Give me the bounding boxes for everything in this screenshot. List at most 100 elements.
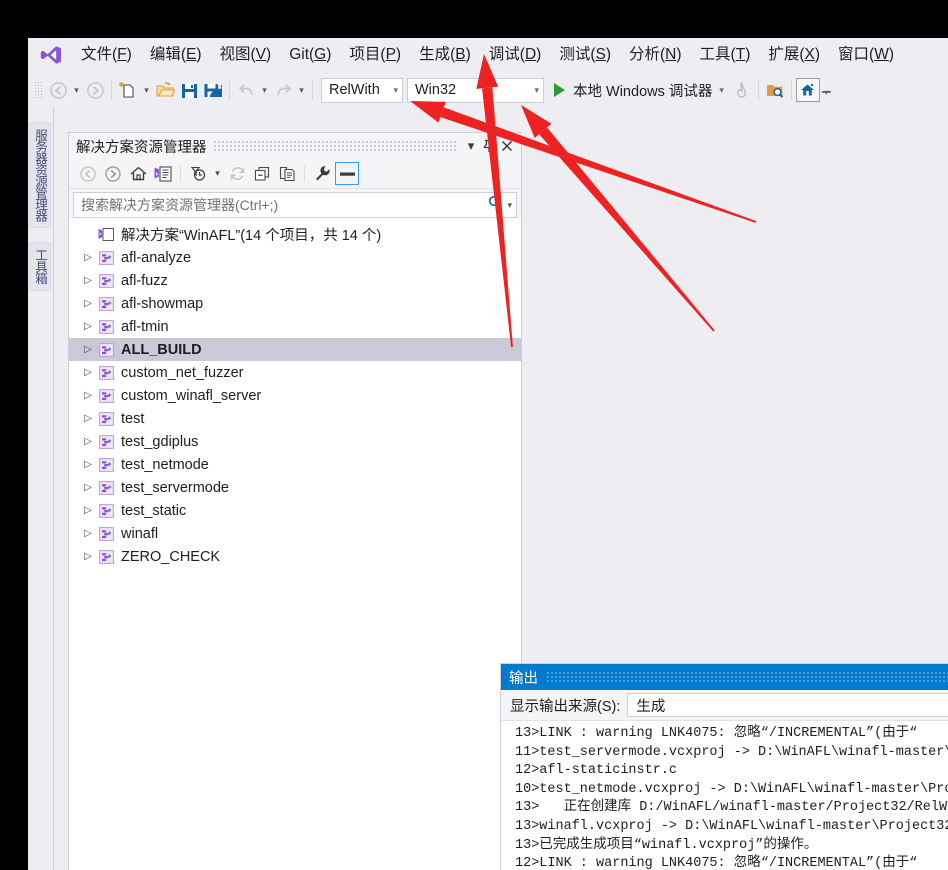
undo-dropdown-arrow[interactable]: ▾ bbox=[258, 78, 271, 102]
tree-expander-icon[interactable]: ▷ bbox=[79, 436, 97, 447]
collapse-all-icon[interactable] bbox=[250, 162, 274, 185]
menu-item-窗口[interactable]: 窗口(W) bbox=[829, 42, 903, 68]
output-titlebar-drag-dots[interactable] bbox=[546, 672, 948, 682]
cpp-project-icon bbox=[97, 319, 115, 335]
titlebar-drag-dots[interactable] bbox=[212, 141, 456, 151]
navigate-forward-icon[interactable] bbox=[83, 78, 107, 102]
tree-expander-icon[interactable]: ▷ bbox=[79, 459, 97, 470]
chevron-down-icon: ▾ bbox=[393, 84, 398, 95]
menu-item-Git[interactable]: Git(G) bbox=[280, 42, 340, 68]
refresh-icon[interactable] bbox=[225, 162, 249, 185]
new-item-dropdown-arrow[interactable]: ▾ bbox=[140, 78, 153, 102]
tree-item-test_netmode[interactable]: ▷ test_netmode bbox=[69, 453, 521, 476]
toolbar-grip[interactable] bbox=[34, 81, 43, 99]
properties-wrench-icon[interactable] bbox=[310, 162, 334, 185]
output-text-area[interactable]: 13>LINK : warning LNK4075: 忽略“/INCREMENT… bbox=[501, 720, 948, 870]
output-source-combo[interactable]: 生成 bbox=[627, 693, 948, 717]
tree-item-label: test_netmode bbox=[121, 456, 209, 473]
tree-expander-icon[interactable]: ▷ bbox=[79, 252, 97, 263]
tree-expander-icon[interactable]: ▷ bbox=[79, 528, 97, 539]
pin-icon[interactable] bbox=[480, 135, 498, 157]
home-icon[interactable] bbox=[795, 78, 820, 102]
close-icon[interactable] bbox=[498, 135, 516, 157]
menu-item-生成[interactable]: 生成(B) bbox=[410, 42, 480, 68]
save-icon[interactable] bbox=[177, 78, 201, 102]
start-debugging-button[interactable]: 本地 Windows 调试器 ▾ bbox=[554, 80, 724, 101]
tree-expander-icon[interactable]: ▷ bbox=[79, 551, 97, 562]
solution-platform-combo[interactable]: Win32 ▾ bbox=[407, 77, 544, 103]
output-source-label: 显示输出来源(S): bbox=[510, 695, 620, 716]
solution-explorer-panel: 解决方案资源管理器 ▾ ▾ 搜索解决方案资源管理器(Ctrl+;) ▾ 解决方案… bbox=[68, 132, 522, 870]
tree-item-test_gdiplus[interactable]: ▷ test_gdiplus bbox=[69, 430, 521, 453]
tree-expander-icon[interactable]: ▷ bbox=[79, 482, 97, 493]
solution-explorer-icon[interactable] bbox=[151, 162, 175, 185]
menu-items-container: 文件(F) 编辑(E) 视图(V) Git(G) 项目(P) 生成(B) 调试(D) 测试(S… bbox=[72, 42, 903, 68]
solution-explorer-search[interactable]: ▾ bbox=[73, 192, 517, 218]
undo-icon[interactable] bbox=[234, 78, 258, 102]
menu-item-工具[interactable]: 工具(T) bbox=[691, 42, 760, 68]
redo-dropdown-arrow[interactable]: ▾ bbox=[295, 78, 308, 102]
tree-expander-icon[interactable]: ▷ bbox=[79, 367, 97, 378]
menu-item-调试[interactable]: 调试(D) bbox=[480, 42, 551, 68]
tree-expander-icon[interactable]: ▷ bbox=[79, 275, 97, 286]
tree-item-ZERO_CHECK[interactable]: ▷ ZERO_CHECK bbox=[69, 545, 521, 568]
output-line: 12>LINK : warning LNK4075: 忽略“/INCREMENT… bbox=[515, 856, 918, 870]
pending-changes-filter-icon[interactable] bbox=[186, 162, 210, 185]
sidebar-tab-server-explorer[interactable]: 服务器资源管理器 bbox=[29, 122, 51, 228]
navigate-back-icon[interactable] bbox=[46, 78, 70, 102]
toolbar-separator bbox=[790, 80, 792, 100]
preview-pane-icon[interactable] bbox=[335, 162, 359, 185]
screenshot-root: 文件(F) 编辑(E) 视图(V) Git(G) 项目(P) 生成(B) 调试(D) 测试(S… bbox=[0, 0, 948, 870]
hot-reload-icon[interactable] bbox=[730, 78, 754, 102]
tree-expander-icon[interactable]: ▷ bbox=[79, 390, 97, 401]
solution-tree[interactable]: 解决方案“WinAFL”(14 个项目，共 14 个) ▷ afl-analyze ▷… bbox=[69, 218, 521, 870]
tree-expander-icon[interactable]: ▷ bbox=[79, 321, 97, 332]
show-all-files-icon[interactable] bbox=[275, 162, 299, 185]
navigate-back-dropdown-arrow[interactable]: ▾ bbox=[70, 78, 83, 102]
menu-item-编辑[interactable]: 编辑(E) bbox=[141, 42, 211, 68]
tree-item-afl-showmap[interactable]: ▷ afl-showmap bbox=[69, 292, 521, 315]
menu-item-项目[interactable]: 项目(P) bbox=[340, 42, 410, 68]
overflow-icon[interactable]: ▁ ▾ bbox=[820, 78, 833, 102]
tree-item-custom_net_fuzzer[interactable]: ▷ custom_net_fuzzer bbox=[69, 361, 521, 384]
chevron-down-icon[interactable]: ▾ bbox=[462, 135, 480, 157]
new-item-icon[interactable] bbox=[116, 78, 140, 102]
tree-item-afl-tmin[interactable]: ▷ afl-tmin bbox=[69, 315, 521, 338]
solution-root-node[interactable]: 解决方案“WinAFL”(14 个项目，共 14 个) bbox=[69, 223, 521, 246]
redo-icon[interactable] bbox=[271, 78, 295, 102]
forward-icon[interactable] bbox=[101, 162, 125, 185]
tree-item-test[interactable]: ▷ test bbox=[69, 407, 521, 430]
tree-expander-icon[interactable]: ▷ bbox=[79, 505, 97, 516]
menu-item-扩展[interactable]: 扩展(X) bbox=[759, 42, 829, 68]
search-options-chevron-icon[interactable]: ▾ bbox=[503, 200, 512, 211]
save-all-icon[interactable] bbox=[201, 78, 225, 102]
menu-item-文件[interactable]: 文件(F) bbox=[72, 42, 141, 68]
tree-expander-icon[interactable]: ▷ bbox=[79, 344, 97, 355]
open-file-icon[interactable] bbox=[153, 78, 177, 102]
search-input[interactable] bbox=[81, 197, 489, 213]
back-icon[interactable] bbox=[76, 162, 100, 185]
tree-item-afl-fuzz[interactable]: ▷ afl-fuzz bbox=[69, 269, 521, 292]
tree-expander-icon[interactable]: ▷ bbox=[79, 298, 97, 309]
menu-item-测试[interactable]: 测试(S) bbox=[550, 42, 620, 68]
search-icon[interactable] bbox=[488, 195, 503, 215]
cpp-project-icon bbox=[97, 296, 115, 312]
tree-item-label: afl-tmin bbox=[121, 318, 169, 335]
menu-item-分析[interactable]: 分析(N) bbox=[620, 42, 691, 68]
chevron-down-icon[interactable]: ▾ bbox=[211, 162, 224, 185]
search-folder-icon[interactable] bbox=[763, 78, 787, 102]
home-icon[interactable] bbox=[126, 162, 150, 185]
tree-item-test_servermode[interactable]: ▷ test_servermode bbox=[69, 476, 521, 499]
sidebar-tab-toolbox[interactable]: 工具箱 bbox=[29, 242, 51, 291]
cpp-project-icon bbox=[97, 411, 115, 427]
tree-item-custom_winafl_server[interactable]: ▷ custom_winafl_server bbox=[69, 384, 521, 407]
menu-item-视图[interactable]: 视图(V) bbox=[211, 42, 281, 68]
tree-item-test_static[interactable]: ▷ test_static bbox=[69, 499, 521, 522]
tree-item-afl-analyze[interactable]: ▷ afl-analyze bbox=[69, 246, 521, 269]
solution-configuration-combo[interactable]: RelWith ▾ bbox=[321, 77, 403, 103]
tree-item-label: afl-analyze bbox=[121, 249, 192, 266]
tree-item-ALL_BUILD[interactable]: ▷ ALL_BUILD bbox=[69, 338, 521, 361]
sidebar-tab-server-explorer-label: 服务器资源管理器 bbox=[33, 129, 47, 221]
tree-expander-icon[interactable]: ▷ bbox=[79, 413, 97, 424]
tree-item-winafl[interactable]: ▷ winafl bbox=[69, 522, 521, 545]
